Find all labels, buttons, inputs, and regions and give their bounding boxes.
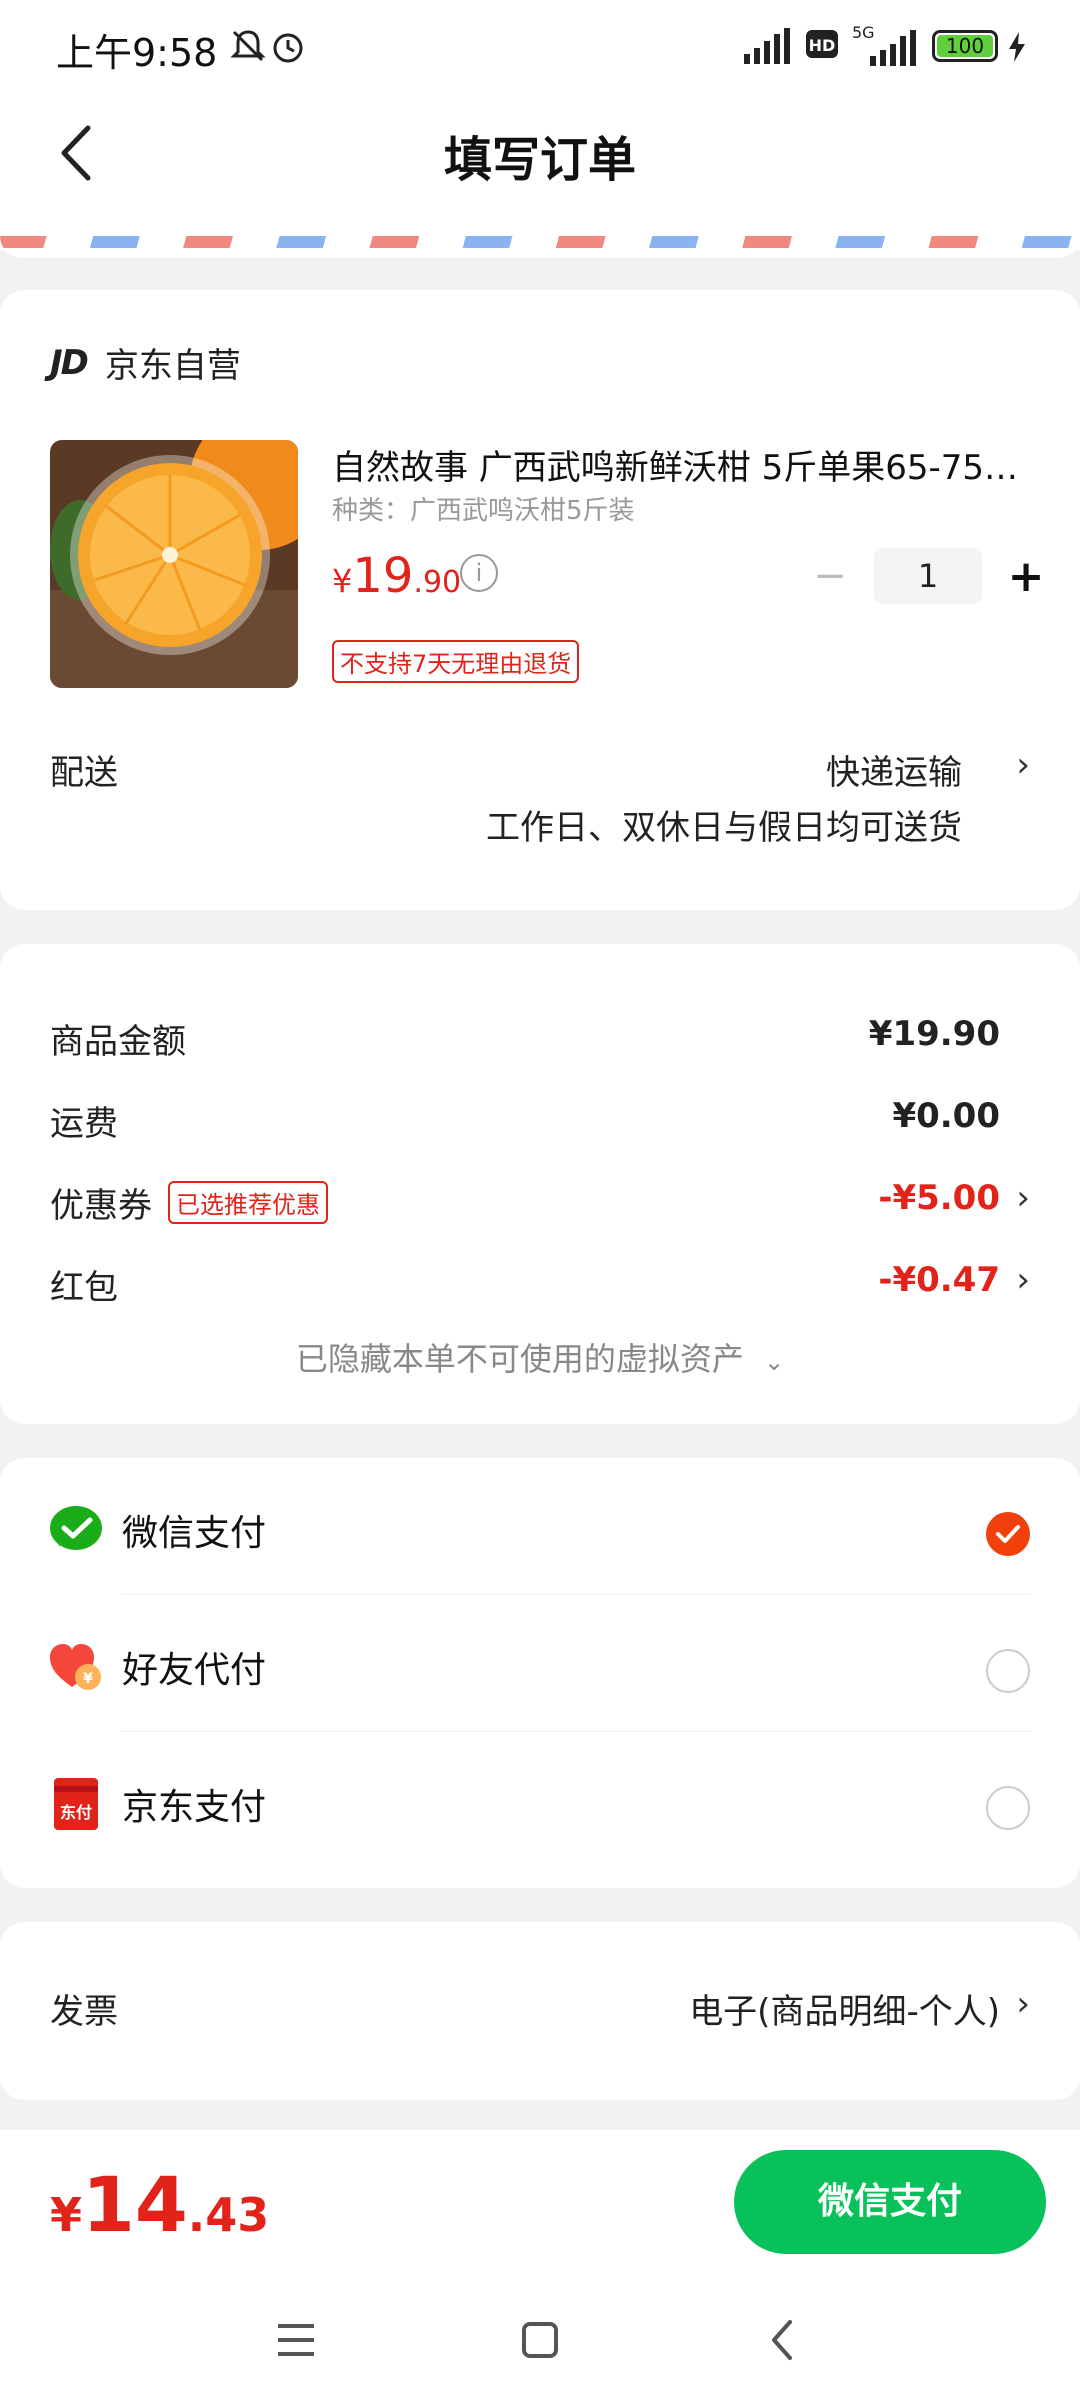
coupon-row[interactable]: 优惠券 已选推荐优惠 -¥5.00 › (50, 1178, 1030, 1228)
wechat-pay-icon (50, 1506, 102, 1550)
goods-amount-value: ¥19.90 (868, 1014, 1000, 1054)
hidden-assets-text: 已隐藏本单不可使用的虚拟资产 (295, 1340, 744, 1378)
coupon-badge: 已选推荐优惠 (168, 1181, 328, 1224)
invoice-chevron-icon[interactable]: › (1016, 1984, 1030, 2024)
red-packet-row[interactable]: 红包 -¥0.47 › (50, 1260, 1030, 1310)
menu-icon[interactable] (266, 2310, 326, 2370)
radio-unselected[interactable] (986, 1649, 1030, 1693)
radio-selected[interactable] (986, 1512, 1030, 1556)
red-packet-label: 红包 (50, 1268, 118, 1308)
coupon-label: 优惠券 (50, 1186, 152, 1226)
battery-level: 100 (937, 35, 993, 57)
payment-label-friend: 好友代付 (122, 1650, 267, 1691)
decrease-button[interactable]: − (800, 553, 860, 599)
info-icon[interactable]: i (460, 554, 498, 592)
delivery-method[interactable]: 快递运输 (826, 745, 962, 794)
goods-amount-label: 商品金额 (50, 1022, 186, 1062)
check-icon (996, 1525, 1020, 1543)
signal-5g-icon: 5G (852, 23, 916, 66)
coupon-value: -¥5.00 (878, 1178, 1000, 1218)
page-title: 填写订单 (443, 132, 636, 188)
battery-icon: 100 (932, 30, 998, 62)
svg-text:¥: ¥ (83, 1671, 93, 1687)
signal-icon (744, 28, 790, 64)
total-decimal: .43 (187, 2188, 270, 2242)
status-time: 上午9:58 (56, 31, 218, 75)
price-decimal: .90 (413, 565, 462, 600)
increase-button[interactable]: + (996, 551, 1056, 602)
price-symbol: ¥ (332, 562, 353, 600)
top-area: 上午9:58 HD 5G 100 填写订单 (0, 0, 1080, 250)
total-symbol: ¥ (50, 2188, 83, 2242)
payment-option-wechat[interactable]: 微信支付 (0, 1458, 1080, 1594)
chevron-down-icon: ⌄ (764, 1348, 785, 1376)
shop-header: JD 京东自营 (50, 338, 241, 387)
jd-pay-icon: 东付 (54, 1778, 98, 1830)
payment-label-wechat: 微信支付 (122, 1513, 267, 1554)
no-return-tag: 不支持7天无理由退货 (332, 640, 580, 683)
radio-unselected[interactable] (986, 1786, 1030, 1830)
delivery-label: 配送 (50, 753, 118, 793)
jd-pay-icon-text: 东付 (60, 1803, 92, 1822)
total-integer: 14 (82, 2160, 188, 2249)
payment-option-friend[interactable]: ¥ 好友代付 (0, 1595, 1080, 1731)
payment-label-jdpay: 京东支付 (122, 1787, 267, 1828)
payment-option-jdpay[interactable]: 东付 京东支付 (0, 1732, 1080, 1868)
stripe-pattern (0, 236, 1080, 248)
shop-name: 京东自营 (104, 346, 241, 386)
price-detail-card: 商品金额 ¥19.90 运费 ¥0.00 优惠券 已选推荐优惠 -¥5.00 ›… (0, 944, 1080, 1424)
alarm-icon (273, 33, 303, 63)
hidden-assets-toggle[interactable]: 已隐藏本单不可使用的虚拟资产 ⌄ (0, 1334, 1080, 1380)
header: 填写订单 (0, 96, 1080, 206)
coupon-chevron-icon[interactable]: › (1016, 1178, 1030, 1218)
delivery-desc: 工作日、双休日与假日均可送货 (486, 808, 962, 848)
product-image[interactable] (50, 440, 298, 688)
status-bar: 上午9:58 HD 5G 100 (0, 0, 1080, 96)
shipping-fee-label: 运费 (50, 1104, 118, 1144)
mute-bell-icon (230, 30, 266, 62)
hd-icon: HD (806, 30, 838, 58)
quantity-stepper: − 1 + (800, 548, 1056, 604)
payment-card: 微信支付 ¥ 好友代付 东付 京东支付 (0, 1458, 1080, 1888)
orange-image-icon (50, 440, 298, 688)
total-price: ¥14.43 (50, 2160, 269, 2249)
svg-text:HD: HD (809, 36, 836, 55)
shipping-fee-value: ¥0.00 (892, 1096, 1000, 1136)
charging-icon (1009, 32, 1025, 62)
airmail-stripe (0, 236, 1080, 258)
checkout-bar: ¥14.43 微信支付 (0, 2130, 1080, 2280)
system-nav-bar (0, 2280, 1080, 2400)
invoice-value: 电子(商品明细-个人) (689, 1992, 1000, 2032)
invoice-card[interactable]: 发票 电子(商品明细-个人) › (0, 1922, 1080, 2100)
jd-logo-icon: JD (50, 342, 89, 383)
home-icon[interactable] (510, 2310, 570, 2370)
product-spec: 种类：广西武鸣沃柑5斤装 (332, 496, 635, 526)
back-icon[interactable] (754, 2310, 814, 2370)
quantity-input[interactable]: 1 (874, 548, 982, 604)
product-card: JD 京东自营 自然故事 广西武鸣新鲜沃柑 5斤单果65-75mm 种类：广西武… (0, 290, 1080, 910)
invoice-label: 发票 (50, 1992, 118, 2032)
svg-text:5G: 5G (852, 23, 875, 42)
product-price: ¥19.90 (332, 548, 461, 604)
friend-pay-icon: ¥ (50, 1644, 101, 1690)
red-packet-value: -¥0.47 (878, 1260, 1000, 1300)
red-packet-chevron-icon[interactable]: › (1016, 1260, 1030, 1300)
wechat-pay-button[interactable]: 微信支付 (734, 2150, 1046, 2254)
coupon-label-group: 优惠券 已选推荐优惠 (50, 1178, 328, 1227)
product-title[interactable]: 自然故事 广西武鸣新鲜沃柑 5斤单果65-75mm (332, 440, 1032, 489)
price-integer: 19 (352, 548, 414, 604)
delivery-chevron-icon[interactable]: › (1016, 745, 1030, 785)
shipping-fee-row: 运费 ¥0.00 (50, 1096, 1030, 1146)
goods-amount-row: 商品金额 ¥19.90 (50, 1014, 1030, 1064)
